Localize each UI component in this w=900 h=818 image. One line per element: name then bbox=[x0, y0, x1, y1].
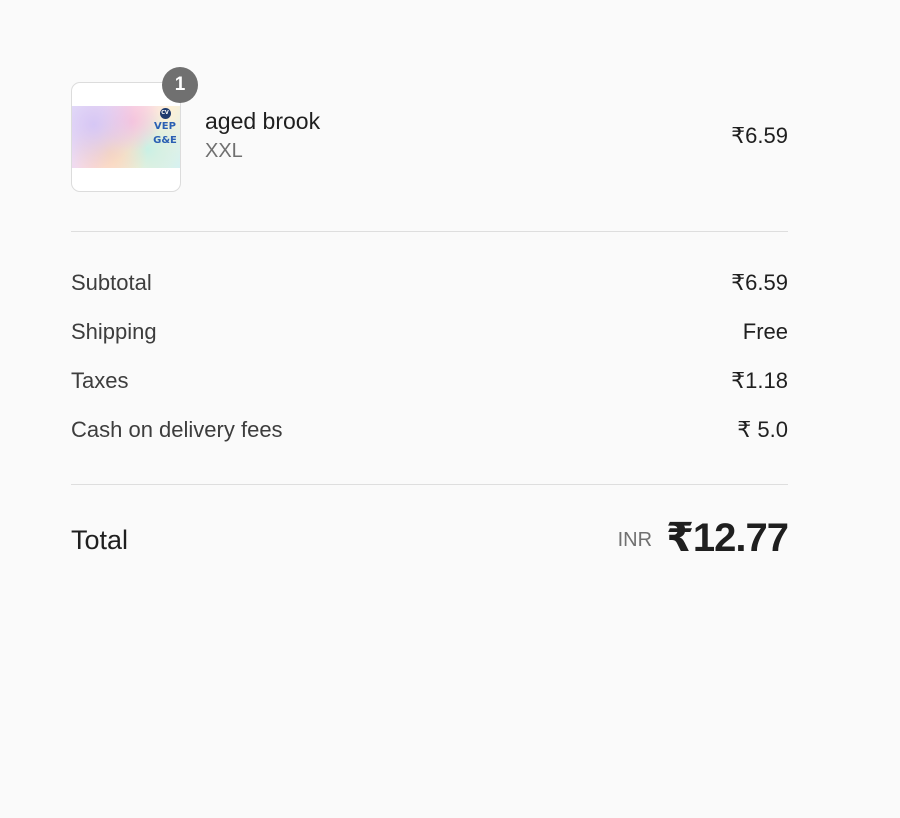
product-name: aged brook bbox=[205, 108, 321, 134]
currency-code: INR bbox=[617, 528, 653, 551]
divider bbox=[71, 484, 788, 485]
shipping-label: Shipping bbox=[71, 319, 157, 344]
divider bbox=[71, 231, 788, 232]
product-variant: XXL bbox=[205, 140, 243, 162]
cod-fee-row: Cash on delivery fees ₹ 5.0 bbox=[71, 417, 788, 447]
subtotal-label: Subtotal bbox=[71, 270, 152, 295]
product-image-logo: CV bbox=[159, 108, 171, 119]
total-label: Total bbox=[71, 525, 129, 555]
product-thumbnail: CV VEP G&E 1 bbox=[71, 67, 198, 192]
cod-fee-value: ₹ 5.0 bbox=[737, 417, 788, 442]
cod-fee-label: Cash on delivery fees bbox=[71, 417, 283, 442]
product-image-line1: VEP bbox=[154, 121, 176, 132]
quantity-badge: 1 bbox=[162, 67, 198, 103]
shipping-row: Shipping Free bbox=[71, 319, 788, 349]
taxes-row: Taxes ₹1.18 bbox=[71, 368, 788, 398]
total-row: Total INR ₹12.77 bbox=[71, 515, 789, 571]
product-image-text: CV VEP G&E bbox=[152, 108, 178, 148]
subtotal-value: ₹6.59 bbox=[731, 270, 788, 295]
product-image-line2: G&E bbox=[153, 135, 177, 146]
subtotal-row: Subtotal ₹6.59 bbox=[71, 270, 788, 300]
shipping-value: Free bbox=[742, 319, 788, 344]
total-price: INR ₹12.77 bbox=[617, 515, 789, 561]
product-image: CV VEP G&E bbox=[72, 106, 180, 168]
total-amount: ₹12.77 bbox=[666, 516, 789, 560]
taxes-label: Taxes bbox=[71, 368, 129, 393]
taxes-value: ₹1.18 bbox=[731, 368, 788, 393]
cart-line-item: CV VEP G&E 1 aged brook XXL ₹6.59 bbox=[71, 67, 788, 192]
product-price: ₹6.59 bbox=[731, 123, 788, 148]
